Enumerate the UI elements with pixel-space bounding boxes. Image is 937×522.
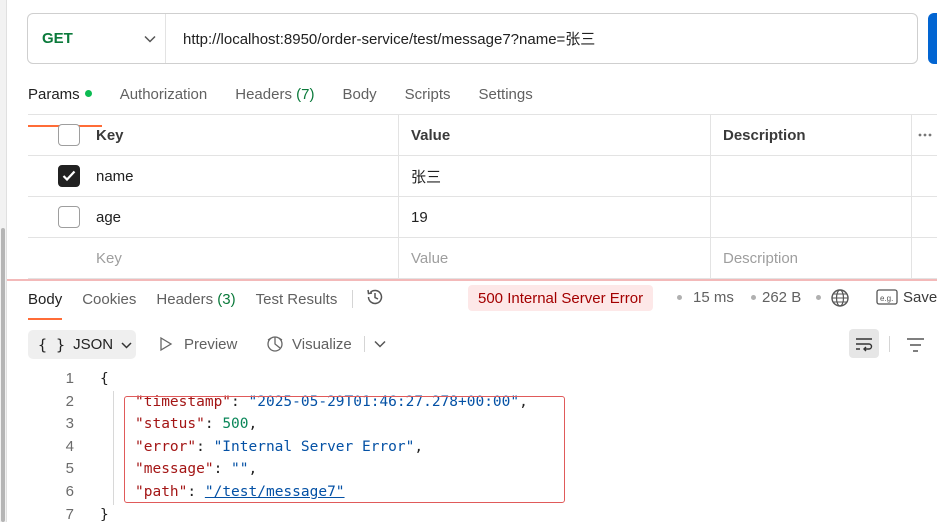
format-select[interactable]: { } JSON xyxy=(28,330,136,359)
tab-label: Headers xyxy=(235,86,292,103)
tab-params[interactable]: Params xyxy=(28,84,102,127)
select-all-checkbox[interactable] xyxy=(58,124,80,146)
param-description-field[interactable] xyxy=(711,156,912,196)
line-number: 7 xyxy=(65,505,74,522)
response-tab-headers[interactable]: Headers (3) xyxy=(156,291,235,308)
line-number: 1 xyxy=(65,370,74,387)
tab-count: (7) xyxy=(296,86,315,103)
param-checkbox-cell xyxy=(28,156,84,196)
param-description-field[interactable] xyxy=(711,197,912,237)
param-key-field[interactable]: name xyxy=(84,156,399,196)
tab-label: Headers xyxy=(156,290,214,308)
url-bar: GET http://localhost:8950/order-service/… xyxy=(27,13,918,64)
chevron-down-icon xyxy=(135,35,165,43)
code-line: 1 { xyxy=(0,368,937,391)
example-icon: e.g. xyxy=(876,289,898,305)
row-spacer xyxy=(912,156,937,196)
visualize-button[interactable]: Visualize xyxy=(265,333,352,355)
preview-label: Preview xyxy=(184,335,238,353)
pane-resize-divider[interactable] xyxy=(7,279,937,281)
response-time[interactable]: 15 ms xyxy=(693,289,734,306)
save-response-button[interactable]: e.g. Save xyxy=(876,288,937,306)
visualize-dropdown-icon[interactable] xyxy=(374,333,386,355)
column-value-header: Value xyxy=(399,115,711,155)
globe-icon[interactable] xyxy=(830,288,850,312)
response-tab-cookies[interactable]: Cookies xyxy=(82,291,136,308)
status-badge[interactable]: 500 Internal Server Error xyxy=(468,285,654,311)
row-spacer xyxy=(912,238,937,278)
tab-body[interactable]: Body xyxy=(342,84,376,116)
tab-settings[interactable]: Settings xyxy=(479,84,533,116)
column-key-header: Key xyxy=(84,115,399,155)
visualize-label: Visualize xyxy=(292,335,352,353)
param-checkbox-cell xyxy=(28,197,84,237)
params-table: Key Value Description name 张三 age 19 Key… xyxy=(28,114,937,279)
line-number: 5 xyxy=(65,460,74,478)
tab-scripts[interactable]: Scripts xyxy=(405,84,451,116)
table-row: age 19 xyxy=(28,197,937,238)
line-number: 3 xyxy=(65,415,74,433)
preview-button[interactable]: Preview xyxy=(158,333,237,355)
params-active-dot xyxy=(84,90,92,97)
code-line: 7 } xyxy=(0,504,937,522)
new-description-input[interactable]: Description xyxy=(711,238,912,278)
wrap-icon xyxy=(856,337,873,351)
param-enabled-checkbox[interactable] xyxy=(58,165,80,187)
more-options-icon[interactable] xyxy=(912,115,937,155)
wrap-lines-button[interactable] xyxy=(849,329,879,358)
request-tabs: Params Authorization Headers (7) Body Sc… xyxy=(28,84,561,127)
meta-separator xyxy=(677,295,682,300)
method-select[interactable]: GET xyxy=(28,14,166,63)
column-description-header: Description xyxy=(711,115,912,155)
tab-label: Settings xyxy=(478,86,533,103)
param-checkbox-cell xyxy=(28,238,84,278)
tab-label: Body xyxy=(342,86,377,103)
play-icon xyxy=(160,336,173,352)
new-param-row: Key Value Description xyxy=(28,238,937,279)
chevron-down-icon xyxy=(121,336,132,353)
history-icon[interactable] xyxy=(365,287,385,311)
param-value-field[interactable]: 19 xyxy=(399,197,711,237)
response-tabs: Body Cookies Headers (3) Test Results xyxy=(28,287,385,320)
svg-text:e.g.: e.g. xyxy=(880,294,893,303)
response-tab-body[interactable]: Body xyxy=(28,291,63,320)
method-label: GET xyxy=(42,30,73,47)
format-label: JSON xyxy=(73,336,114,353)
tab-count: (3) xyxy=(217,290,236,308)
new-key-input[interactable]: Key xyxy=(84,238,399,278)
line-number: 2 xyxy=(65,392,74,410)
braces-icon: { } xyxy=(38,335,66,354)
param-key-field[interactable]: age xyxy=(84,197,399,237)
toolbar-divider xyxy=(364,336,365,352)
checkmark-icon xyxy=(62,170,76,182)
close-brace: } xyxy=(100,506,109,522)
url-input[interactable]: http://localhost:8950/order-service/test… xyxy=(166,28,595,49)
toolbar-divider xyxy=(889,336,890,352)
new-value-input[interactable]: Value xyxy=(399,238,711,278)
line-number: 6 xyxy=(65,482,74,500)
tab-label: Params xyxy=(28,86,80,103)
row-spacer xyxy=(912,197,937,237)
param-enabled-checkbox[interactable] xyxy=(58,206,80,228)
tab-label: Scripts xyxy=(404,86,451,103)
save-label: Save xyxy=(903,288,937,306)
tab-label: Authorization xyxy=(119,86,208,103)
table-row: name 张三 xyxy=(28,156,937,197)
visualize-icon xyxy=(267,336,283,352)
open-brace: { xyxy=(100,371,109,387)
tab-divider xyxy=(352,290,354,308)
param-value-field[interactable]: 张三 xyxy=(399,156,711,196)
response-size[interactable]: 262 B xyxy=(762,289,801,306)
meta-separator xyxy=(816,295,821,300)
params-header-row: Key Value Description xyxy=(28,115,937,156)
filter-icon[interactable] xyxy=(906,334,925,356)
line-number: 4 xyxy=(65,437,74,455)
select-all-cell xyxy=(28,115,84,155)
meta-separator xyxy=(751,295,756,300)
tab-authorization[interactable]: Authorization xyxy=(120,84,208,116)
response-tab-test-results[interactable]: Test Results xyxy=(256,291,338,308)
send-button[interactable] xyxy=(928,13,937,64)
tab-headers[interactable]: Headers (7) xyxy=(235,84,314,116)
annotation-highlight-box xyxy=(124,396,565,503)
